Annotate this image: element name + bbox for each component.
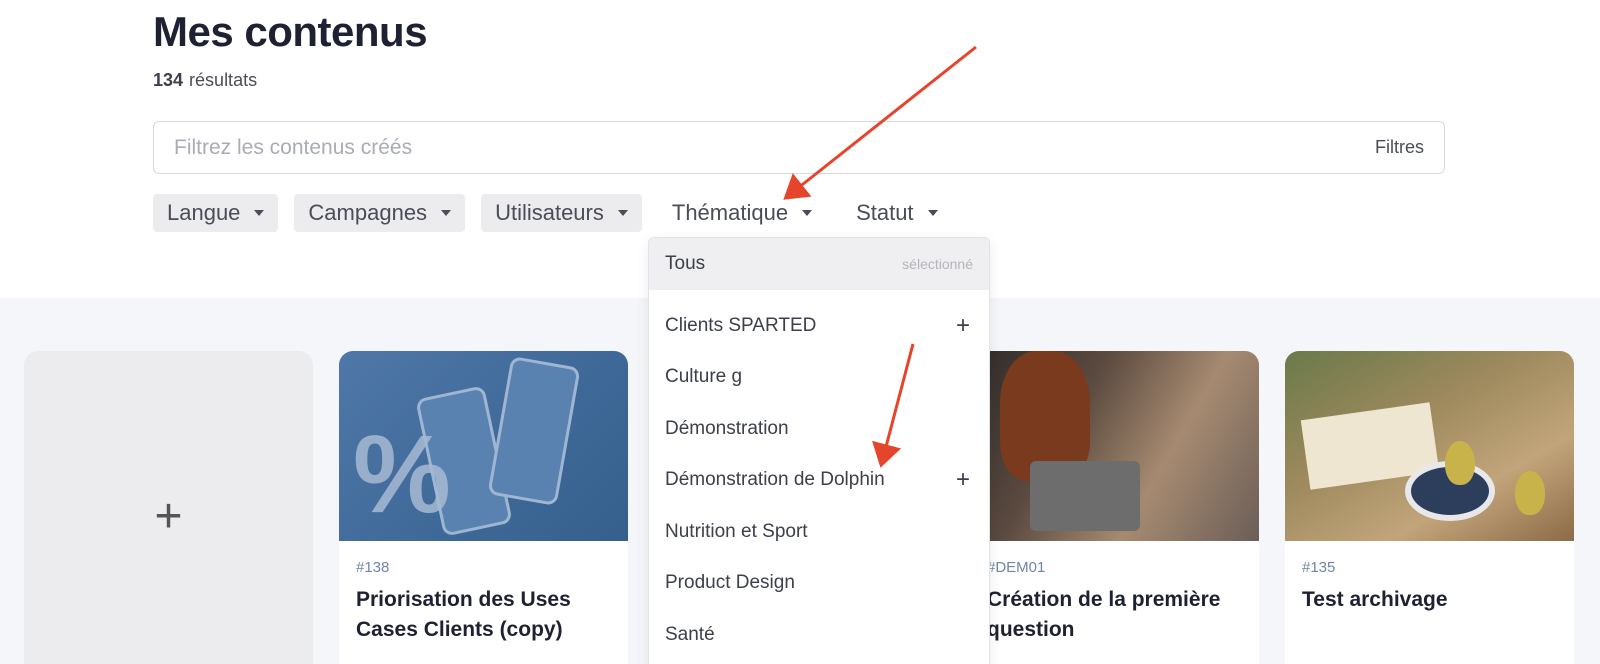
content-card[interactable]: % #138 Priorisation des Uses Cases Clien…: [339, 351, 628, 664]
filter-chip-label: Statut: [856, 200, 914, 225]
dropdown-option-culture-g[interactable]: Culture g: [649, 352, 989, 404]
selected-label: sélectionné: [902, 256, 973, 272]
register-illustration: [1030, 461, 1140, 531]
dropdown-option-all[interactable]: Tous sélectionné: [649, 238, 989, 290]
dropdown-option-label: Tous: [665, 253, 706, 274]
card-title: Test archivage: [1302, 588, 1448, 611]
content-card[interactable]: #135 Test archivage: [1285, 351, 1574, 664]
expand-plus-icon[interactable]: +: [953, 312, 973, 340]
page-title: Mes contenus: [153, 8, 428, 55]
filter-chips: Langue Campagnes Utilisateurs Thématique…: [153, 194, 968, 232]
pear-illustration: [1515, 471, 1545, 515]
content-card[interactable]: #DEM01 Création de la première question: [970, 351, 1259, 664]
results-count: 134 résultats: [153, 70, 257, 91]
card-id: #135: [1302, 559, 1336, 576]
dropdown-option-demonstration[interactable]: Démonstration: [649, 403, 989, 455]
search-input[interactable]: [174, 135, 1375, 160]
filter-chip-label: Langue: [167, 200, 241, 225]
add-content-card[interactable]: +: [24, 351, 313, 664]
card-title: Priorisation des Uses Cases Clients (cop…: [356, 588, 571, 641]
expand-plus-icon[interactable]: +: [953, 466, 973, 494]
dropdown-option-nutrition-sport[interactable]: Nutrition et Sport: [649, 506, 989, 558]
dropdown-option-demonstration-dolphin[interactable]: Démonstration de Dolphin +: [649, 455, 989, 507]
results-label: résultats: [189, 70, 258, 90]
thematique-dropdown: Tous sélectionné Clients SPARTED + Cultu…: [648, 237, 990, 664]
card-thumbnail: %: [339, 351, 628, 541]
plus-icon: +: [154, 489, 183, 543]
filter-chip-label: Thématique: [671, 200, 789, 225]
filter-chip-langue[interactable]: Langue: [153, 194, 279, 232]
card-title: Création de la première question: [987, 588, 1221, 641]
dropdown-option-clients-sparted[interactable]: Clients SPARTED +: [649, 300, 989, 352]
pear-illustration: [1445, 441, 1475, 485]
dropdown-option-label: Santé: [665, 623, 715, 645]
card-id: #DEM01: [987, 559, 1046, 576]
dropdown-option-label: Culture g: [665, 366, 743, 388]
filter-chip-label: Utilisateurs: [495, 200, 604, 225]
caret-down-icon: [617, 210, 628, 216]
caret-down-icon: [254, 210, 265, 216]
filter-chip-campagnes[interactable]: Campagnes: [294, 194, 466, 232]
phone-illustration: [487, 355, 581, 507]
card-thumbnail: [1285, 351, 1574, 541]
search-bar: Filtres: [153, 121, 1445, 174]
filter-chip-utilisateurs[interactable]: Utilisateurs: [481, 194, 642, 232]
dropdown-option-label: Nutrition et Sport: [665, 520, 808, 542]
percent-icon: %: [353, 413, 451, 536]
results-number: 134: [153, 70, 184, 90]
dropdown-list: Clients SPARTED + Culture g Démonstratio…: [649, 290, 989, 661]
filters-button[interactable]: Filtres: [1375, 137, 1424, 158]
dropdown-option-label: Product Design: [665, 572, 795, 594]
caret-down-icon: [441, 210, 452, 216]
card-thumbnail: [970, 351, 1259, 541]
dropdown-option-label: Démonstration: [665, 417, 789, 439]
filter-chip-statut[interactable]: Statut: [842, 194, 951, 232]
dropdown-option-label: Démonstration de Dolphin: [665, 469, 885, 491]
dropdown-option-label: Clients SPARTED: [665, 314, 817, 336]
filter-chip-label: Campagnes: [308, 200, 428, 225]
dropdown-option-product-design[interactable]: Product Design: [649, 558, 989, 610]
filter-chip-thematique[interactable]: Thématique: [658, 194, 826, 232]
caret-down-icon: [802, 210, 813, 216]
dropdown-option-sante[interactable]: Santé: [649, 609, 989, 661]
caret-down-icon: [927, 210, 938, 216]
card-id: #138: [356, 559, 390, 576]
